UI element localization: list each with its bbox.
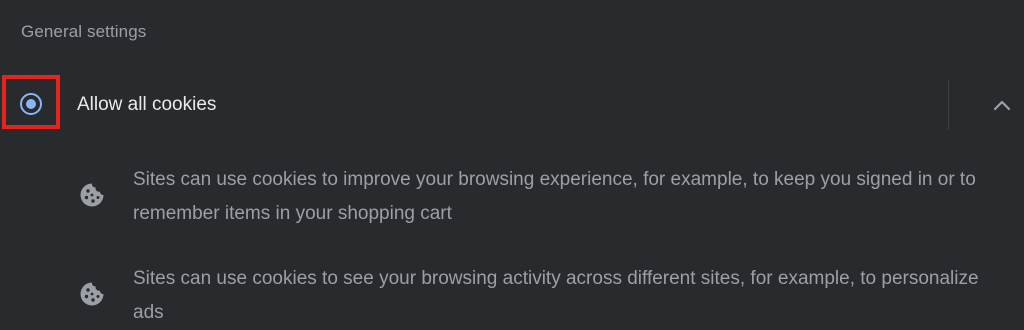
allow-all-cookies-label[interactable]: Allow all cookies [77,94,216,116]
cookie-icon [80,282,104,306]
detail-text: Sites can use cookies to see your browsi… [133,268,979,323]
general-settings-title: General settings [21,22,147,41]
radio-selected-dot [26,99,36,109]
cookie-icon [80,183,104,207]
detail-text: Sites can use cookies to improve your br… [133,169,976,224]
collapse-button[interactable] [986,91,1018,119]
chevron-up-icon [993,100,1011,111]
divider [948,80,949,130]
allow-all-cookies-radio[interactable] [20,93,42,115]
